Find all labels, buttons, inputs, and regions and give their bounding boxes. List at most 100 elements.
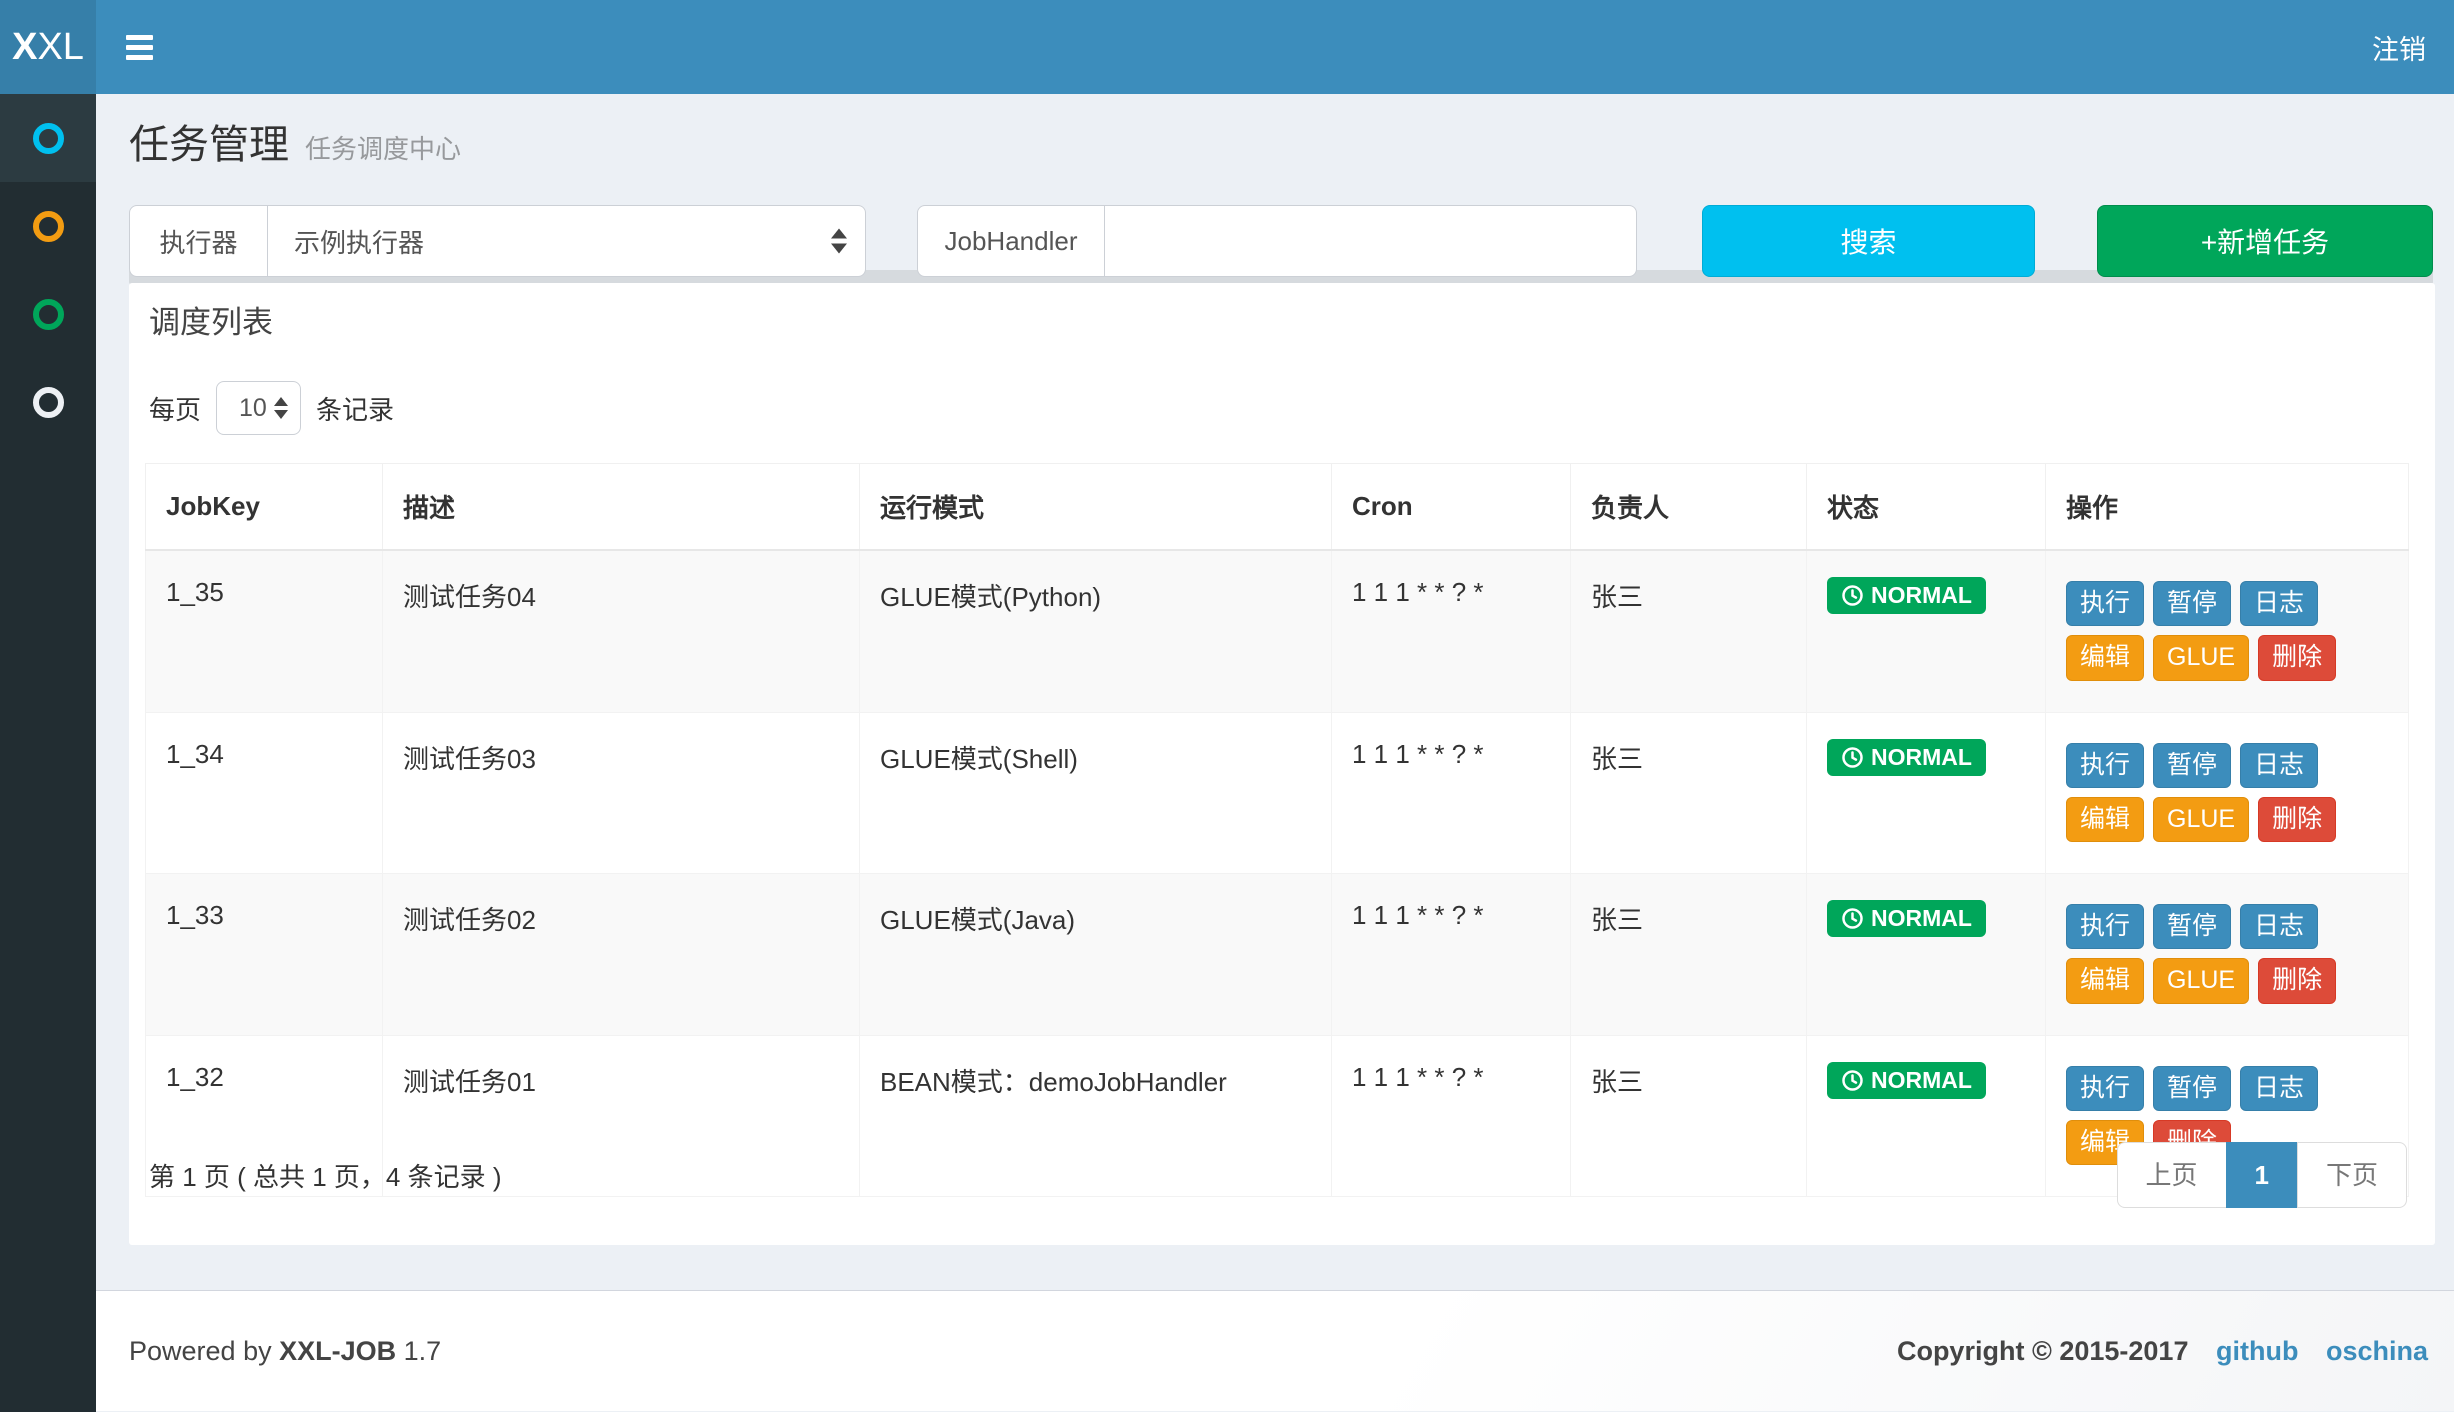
sidebar-menu-item-4[interactable] xyxy=(0,358,96,446)
clock-icon xyxy=(1841,1069,1864,1092)
status-badge: NORMAL xyxy=(1827,577,1986,614)
cell-mode: GLUE模式(Python) xyxy=(860,550,1332,712)
copyright-text: Copyright © 2015-2017 xyxy=(1897,1336,2189,1366)
sidebar-menu xyxy=(0,94,96,1412)
delete-button[interactable]: 删除 xyxy=(2258,635,2336,680)
cell-status: NORMAL xyxy=(1807,874,2046,1036)
hamburger-menu-icon[interactable] xyxy=(126,24,172,70)
cell-desc: 测试任务02 xyxy=(383,874,860,1036)
sidebar-menu-item-3[interactable] xyxy=(0,270,96,358)
cell-cron: 1 1 1 * * ? * xyxy=(1332,550,1571,712)
circle-icon xyxy=(33,123,64,154)
status-badge: NORMAL xyxy=(1827,1062,1986,1099)
cell-owner: 张三 xyxy=(1571,874,1807,1036)
xxl-job-admin-page: XXL 注销 任务管理任务调度中心 执行器 示例执行器 JobHandler 搜… xyxy=(0,0,2454,1412)
col-header-desc: 描述 xyxy=(383,464,860,551)
glue-button[interactable]: GLUE xyxy=(2153,958,2249,1003)
cell-actions: 执行暂停日志编辑GLUE删除 xyxy=(2046,550,2409,712)
cell-mode: GLUE模式(Shell) xyxy=(860,712,1332,874)
cell-status: NORMAL xyxy=(1807,712,2046,874)
powered-prefix: Powered by xyxy=(129,1336,272,1366)
page-size-control: 每页 10 条记录 xyxy=(149,381,394,435)
circle-icon xyxy=(33,387,64,418)
status-label: NORMAL xyxy=(1871,1069,1972,1092)
prev-page-button[interactable]: 上页 xyxy=(2117,1142,2227,1208)
col-header-cron: Cron xyxy=(1332,464,1571,551)
edit-button[interactable]: 编辑 xyxy=(2066,635,2144,680)
logo-rest-text: XL xyxy=(37,26,83,69)
circle-icon xyxy=(33,299,64,330)
edit-button[interactable]: 编辑 xyxy=(2066,797,2144,842)
run-button[interactable]: 执行 xyxy=(2066,904,2144,949)
jobhandler-input[interactable] xyxy=(1105,205,1637,277)
select-arrows-icon xyxy=(831,229,847,254)
cell-jobkey: 1_33 xyxy=(146,874,383,1036)
jobhandler-label: JobHandler xyxy=(917,205,1105,277)
search-button[interactable]: 搜索 xyxy=(1702,205,2035,277)
edit-button[interactable]: 编辑 xyxy=(2066,958,2144,1003)
add-job-button[interactable]: +新增任务 xyxy=(2097,205,2433,277)
next-page-button[interactable]: 下页 xyxy=(2297,1142,2407,1208)
pause-button[interactable]: 暂停 xyxy=(2153,743,2231,788)
pause-button[interactable]: 暂停 xyxy=(2153,581,2231,626)
pagination-buttons: 上页 1 下页 xyxy=(2117,1142,2408,1208)
run-button[interactable]: 执行 xyxy=(2066,743,2144,788)
top-navbar: XXL 注销 xyxy=(0,0,2454,94)
glue-button[interactable]: GLUE xyxy=(2153,635,2249,680)
circle-icon xyxy=(33,211,64,242)
glue-button[interactable]: GLUE xyxy=(2153,797,2249,842)
logo-bold-text: X xyxy=(12,26,37,69)
page-size-value: 10 xyxy=(239,394,267,423)
status-badge: NORMAL xyxy=(1827,739,1986,776)
powered-by-text: Powered by XXL-JOB 1.7 xyxy=(129,1336,441,1367)
select-arrows-icon xyxy=(274,397,288,419)
status-label: NORMAL xyxy=(1871,746,1972,769)
schedule-list-panel: 调度列表 每页 10 条记录 JobKey描述运行模式Cron负责人状态操作 1… xyxy=(129,283,2435,1245)
cell-owner: 张三 xyxy=(1571,550,1807,712)
cell-desc: 测试任务03 xyxy=(383,712,860,874)
executor-select-value: 示例执行器 xyxy=(294,223,424,260)
cell-mode: GLUE模式(Java) xyxy=(860,874,1332,1036)
col-header-owner: 负责人 xyxy=(1571,464,1807,551)
page-title: 任务管理 xyxy=(129,123,289,167)
pause-button[interactable]: 暂停 xyxy=(2153,1066,2231,1111)
cell-cron: 1 1 1 * * ? * xyxy=(1332,712,1571,874)
log-button[interactable]: 日志 xyxy=(2240,581,2318,626)
table-row: 1_35测试任务04GLUE模式(Python)1 1 1 * * ? *张三N… xyxy=(146,550,2409,712)
delete-button[interactable]: 删除 xyxy=(2258,958,2336,1003)
cell-cron: 1 1 1 * * ? * xyxy=(1332,874,1571,1036)
cell-jobkey: 1_34 xyxy=(146,712,383,874)
pause-button[interactable]: 暂停 xyxy=(2153,904,2231,949)
page-subtitle: 任务调度中心 xyxy=(305,134,461,164)
product-version: 1.7 xyxy=(404,1336,442,1366)
page-size-select[interactable]: 10 xyxy=(216,381,301,435)
job-table: JobKey描述运行模式Cron负责人状态操作 1_35测试任务04GLUE模式… xyxy=(145,463,2409,1197)
logout-link[interactable]: 注销 xyxy=(2372,28,2426,67)
github-link[interactable]: github xyxy=(2216,1336,2298,1366)
clock-icon xyxy=(1841,907,1864,930)
table-row: 1_33测试任务02GLUE模式(Java)1 1 1 * * ? *张三NOR… xyxy=(146,874,2409,1036)
content-header: 任务管理任务调度中心 xyxy=(129,112,461,170)
current-page-button[interactable]: 1 xyxy=(2226,1142,2298,1208)
col-header-actions: 操作 xyxy=(2046,464,2409,551)
log-button[interactable]: 日志 xyxy=(2240,743,2318,788)
sidebar-menu-item-2[interactable] xyxy=(0,182,96,270)
page-size-suffix: 条记录 xyxy=(316,390,394,427)
table-row: 1_34测试任务03GLUE模式(Shell)1 1 1 * * ? *张三 NO… xyxy=(146,712,2409,874)
log-button[interactable]: 日志 xyxy=(2240,1066,2318,1111)
run-button[interactable]: 执行 xyxy=(2066,1066,2144,1111)
executor-select[interactable]: 示例执行器 xyxy=(268,205,866,277)
sidebar-menu-item-1[interactable] xyxy=(0,94,96,182)
status-label: NORMAL xyxy=(1871,584,1972,607)
footer-right: Copyright © 2015-2017 github oschina xyxy=(1897,1336,2428,1367)
cell-owner: 张三 xyxy=(1571,712,1807,874)
run-button[interactable]: 执行 xyxy=(2066,581,2144,626)
cell-jobkey: 1_35 xyxy=(146,550,383,712)
log-button[interactable]: 日志 xyxy=(2240,904,2318,949)
col-header-mode: 运行模式 xyxy=(860,464,1332,551)
product-name: XXL-JOB xyxy=(279,1336,396,1366)
app-logo[interactable]: XXL xyxy=(0,0,96,94)
oschina-link[interactable]: oschina xyxy=(2326,1336,2428,1366)
pagination-bar: 第 1 页 ( 总共 1 页，4 条记录 ) 上页 1 下页 xyxy=(149,1142,2407,1208)
delete-button[interactable]: 删除 xyxy=(2258,797,2336,842)
